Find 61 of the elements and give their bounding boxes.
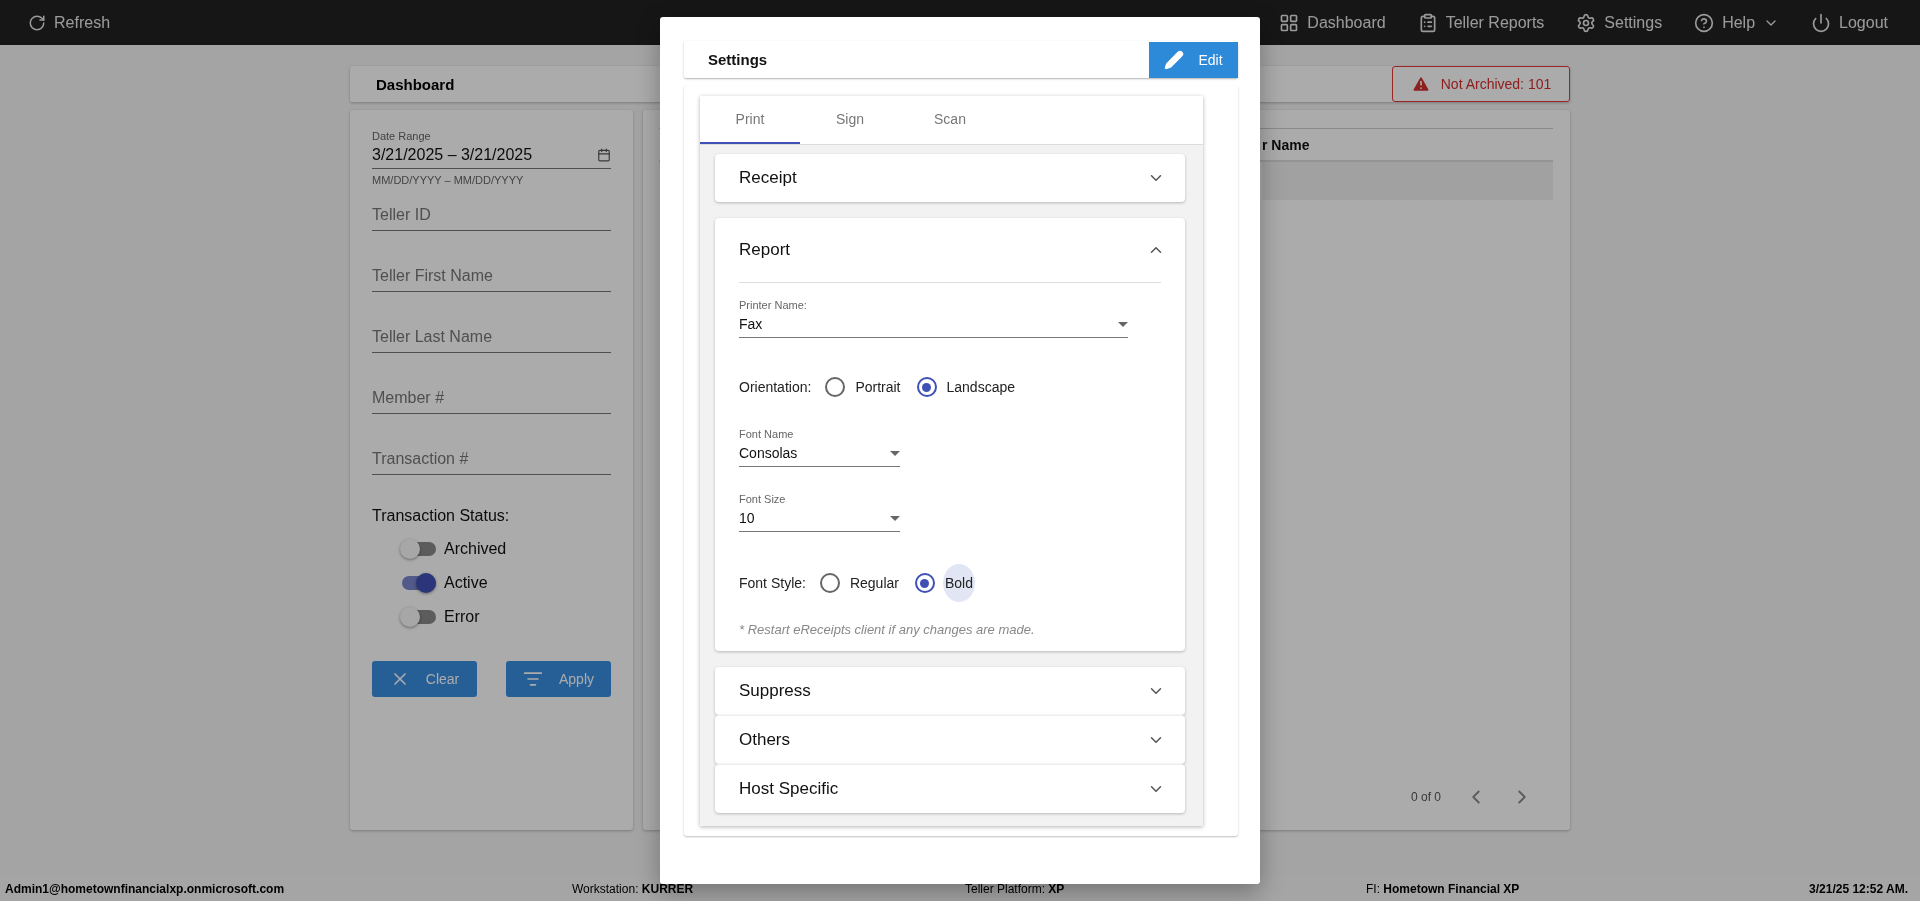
toggle-switch[interactable]: [402, 610, 436, 624]
alert-button[interactable]: Not Archived: 101: [1392, 66, 1570, 102]
toggle-label: Archived: [444, 540, 507, 558]
nav-link[interactable]: Help: [1694, 12, 1780, 33]
radio-option[interactable]: Regular: [819, 564, 901, 602]
status-label: Transaction Status:: [372, 507, 511, 525]
dialog-title: Settings: [708, 51, 768, 68]
help-icon: [1694, 12, 1715, 33]
accordion-header[interactable]: Receipt: [715, 154, 1185, 202]
radio-option[interactable]: Landscape: [916, 368, 1017, 406]
status-text: Admin1@hometownfinancialxp.onmicrosoft.com: [5, 881, 286, 896]
text-field[interactable]: Teller First Name: [372, 267, 611, 292]
radio-option[interactable]: Portrait: [825, 368, 903, 406]
select-field[interactable]: Font Size 10: [739, 493, 900, 532]
nav-link[interactable]: Dashboard: [1279, 12, 1386, 33]
filter-icon: [523, 669, 543, 689]
edit-button[interactable]: Edit: [1149, 41, 1238, 78]
tab[interactable]: Sign: [800, 96, 900, 144]
calendar-icon: [597, 148, 611, 162]
toggle-label: Error: [444, 608, 480, 626]
settings-icon: [1576, 12, 1597, 33]
dropdown-caret-icon: [890, 515, 900, 521]
radio-group-label: Orientation:: [739, 379, 812, 395]
field-label: Date Range: [372, 130, 432, 142]
pagination-text: 0 of 0: [1410, 790, 1441, 804]
accordion-header[interactable]: Suppress: [715, 667, 1185, 715]
accordion-header[interactable]: Report: [715, 218, 1185, 282]
select-field[interactable]: Printer Name: Fax: [739, 299, 1128, 338]
toggle-label: Active: [444, 574, 488, 592]
radio-group-label: Font Style:: [739, 575, 806, 591]
grid-icon: [1279, 12, 1300, 33]
date-range-field[interactable]: 3/21/2025 – 3/21/2025: [372, 142, 611, 169]
text-field[interactable]: Member #: [372, 389, 611, 414]
pencil-icon: [1164, 49, 1185, 70]
nav-link[interactable]: Logout: [1811, 12, 1888, 33]
refresh-button[interactable]: Refresh: [28, 13, 111, 32]
status-text: 3/21/25 12:52 AM.: [1809, 881, 1908, 896]
text-field[interactable]: Teller ID: [372, 206, 611, 231]
page-title: Dashboard: [376, 75, 455, 93]
accordion-header[interactable]: Host Specific: [715, 765, 1185, 813]
status-text: Workstation: KURRER: [572, 881, 695, 896]
warning-icon: [1410, 74, 1431, 94]
note-text: * Restart eReceipts client if any changes are made.: [739, 622, 1036, 637]
accordion-header[interactable]: Others: [715, 716, 1185, 764]
refresh-icon: [28, 13, 46, 32]
status-text: FI: Hometown Financial XP: [1366, 881, 1521, 896]
status-text: Teller Platform: XP: [965, 881, 1066, 896]
dropdown-caret-icon: [890, 450, 900, 456]
nav-link[interactable]: Teller Reports: [1417, 12, 1545, 33]
text-field[interactable]: Teller Last Name: [372, 328, 611, 353]
select-field[interactable]: Font Name Consolas: [739, 428, 900, 467]
tab[interactable]: Print: [700, 96, 800, 144]
column-header: r Name: [1262, 136, 1310, 153]
power-icon: [1811, 12, 1832, 33]
helper-text: MM/DD/YYYY – MM/DD/YYYY: [372, 174, 525, 186]
text-field[interactable]: Transaction #: [372, 450, 611, 475]
toggle-switch[interactable]: [402, 576, 436, 590]
toggle-switch[interactable]: [402, 542, 436, 556]
dropdown-caret-icon: [1118, 321, 1128, 327]
nav-link[interactable]: Settings: [1576, 12, 1663, 33]
tab[interactable]: Scan: [900, 96, 1000, 144]
